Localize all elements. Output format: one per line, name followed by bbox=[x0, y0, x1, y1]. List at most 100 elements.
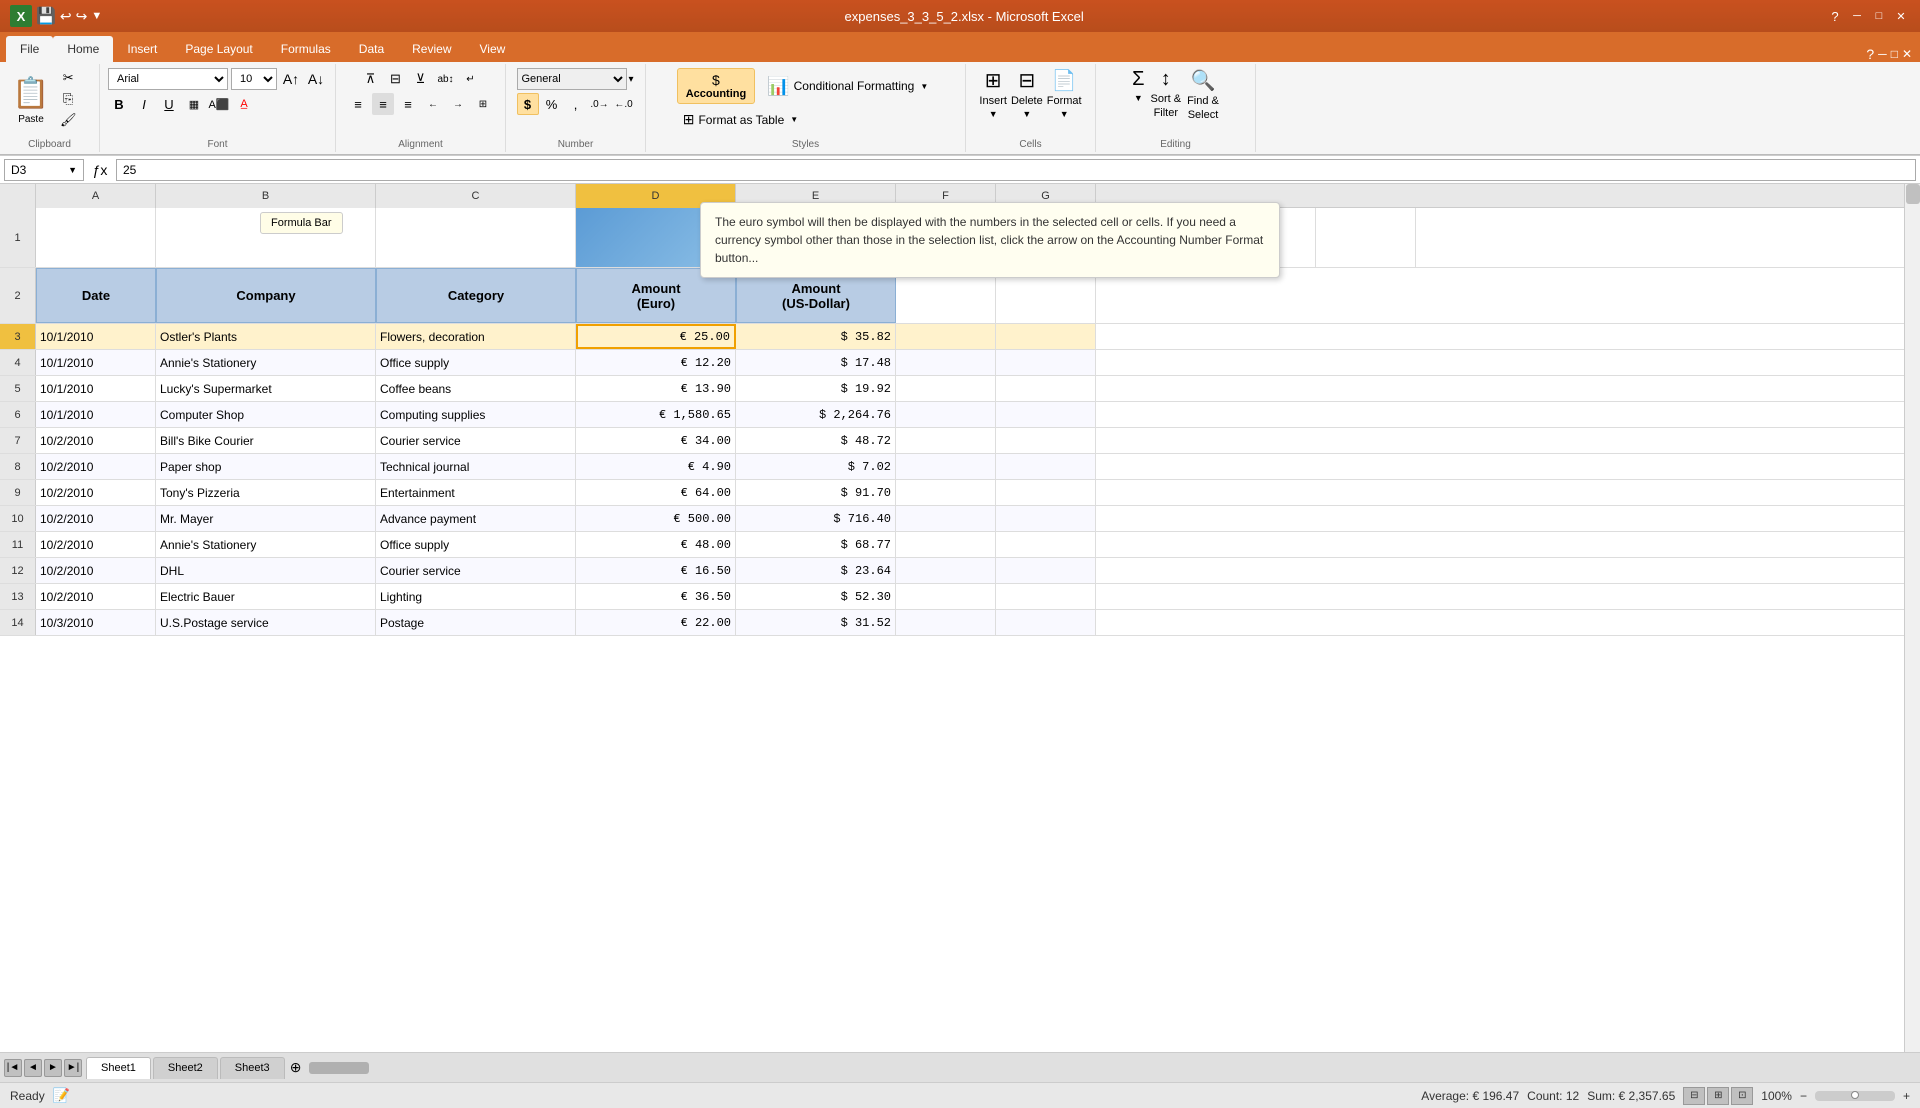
cell-d14[interactable]: € 22.00 bbox=[576, 610, 736, 635]
font-name-select[interactable]: Arial bbox=[108, 68, 228, 90]
cell-d3[interactable]: € 25.00 bbox=[576, 324, 736, 349]
cell-g11[interactable] bbox=[996, 532, 1096, 557]
zoom-thumb[interactable] bbox=[1851, 1091, 1859, 1099]
cell-a6[interactable]: 10/1/2010 bbox=[36, 402, 156, 427]
insert-sheet-button[interactable]: ⊕ bbox=[287, 1059, 305, 1077]
decrease-indent-button[interactable]: ← bbox=[422, 93, 444, 115]
align-bottom-button[interactable]: ⊻ bbox=[410, 68, 432, 90]
cell-f6[interactable] bbox=[896, 402, 996, 427]
cell-c9[interactable]: Entertainment bbox=[376, 480, 576, 505]
cell-f12[interactable] bbox=[896, 558, 996, 583]
cell-d8[interactable]: € 4.90 bbox=[576, 454, 736, 479]
underline-button[interactable]: U bbox=[158, 93, 180, 115]
percent-button[interactable]: % bbox=[541, 93, 563, 115]
tab-file[interactable]: File bbox=[6, 36, 53, 62]
scrollbar-thumb[interactable] bbox=[1906, 184, 1920, 204]
ribbon-minimize-icon[interactable]: ─ bbox=[1878, 47, 1887, 61]
zoom-in-icon[interactable]: + bbox=[1903, 1089, 1910, 1103]
cell-g5[interactable] bbox=[996, 376, 1096, 401]
row-header-13[interactable]: 13 bbox=[0, 584, 36, 609]
format-painter-button[interactable]: 🖌 bbox=[56, 110, 81, 130]
tab-page-layout[interactable]: Page Layout bbox=[171, 36, 266, 62]
accounting-number-button[interactable]: $ bbox=[517, 93, 539, 115]
zoom-out-icon[interactable]: − bbox=[1800, 1089, 1807, 1103]
cell-c8[interactable]: Technical journal bbox=[376, 454, 576, 479]
close-icon[interactable]: ✕ bbox=[1892, 7, 1910, 25]
insert-arrow[interactable]: ▼ bbox=[989, 109, 998, 119]
ribbon-close-icon[interactable]: ✕ bbox=[1902, 47, 1912, 61]
cell-a1[interactable] bbox=[36, 208, 156, 267]
cell-a7[interactable]: 10/2/2010 bbox=[36, 428, 156, 453]
align-middle-button[interactable]: ⊟ bbox=[385, 68, 407, 90]
cell-b9[interactable]: Tony's Pizzeria bbox=[156, 480, 376, 505]
delete-label[interactable]: Delete bbox=[1011, 95, 1043, 107]
cell-g4[interactable] bbox=[996, 350, 1096, 375]
accounting-button[interactable]: $ Accounting bbox=[677, 68, 756, 104]
page-break-view-button[interactable]: ⊡ bbox=[1731, 1087, 1753, 1105]
find-label2[interactable]: Select bbox=[1188, 109, 1219, 121]
cell-a10[interactable]: 10/2/2010 bbox=[36, 506, 156, 531]
cell-d13[interactable]: € 36.50 bbox=[576, 584, 736, 609]
cell-c6[interactable]: Computing supplies bbox=[376, 402, 576, 427]
cell-e7[interactable]: $ 48.72 bbox=[736, 428, 896, 453]
number-format-expand[interactable]: ▾ bbox=[629, 74, 634, 85]
maximize-icon[interactable]: □ bbox=[1870, 7, 1888, 25]
cell-f7[interactable] bbox=[896, 428, 996, 453]
sheet-nav-prev[interactable]: ◄ bbox=[24, 1059, 42, 1077]
cell-d11[interactable]: € 48.00 bbox=[576, 532, 736, 557]
customize-icon[interactable]: ▼ bbox=[91, 10, 102, 22]
cell-e5[interactable]: $ 19.92 bbox=[736, 376, 896, 401]
row-header-12[interactable]: 12 bbox=[0, 558, 36, 583]
row-header-5[interactable]: 5 bbox=[0, 376, 36, 401]
format-label[interactable]: Format bbox=[1047, 95, 1082, 107]
cell-b4[interactable]: Annie's Stationery bbox=[156, 350, 376, 375]
cell-d10[interactable]: € 500.00 bbox=[576, 506, 736, 531]
shrink-font-button[interactable]: A↓ bbox=[305, 68, 327, 90]
insert-label[interactable]: Insert bbox=[979, 95, 1007, 107]
cell-g1[interactable] bbox=[1316, 208, 1416, 267]
cell-e14[interactable]: $ 31.52 bbox=[736, 610, 896, 635]
page-layout-view-button[interactable]: ⊞ bbox=[1707, 1087, 1729, 1105]
undo-icon[interactable]: ↩ bbox=[60, 8, 72, 25]
align-left-button[interactable]: ≡ bbox=[347, 93, 369, 115]
cell-a14[interactable]: 10/3/2010 bbox=[36, 610, 156, 635]
cell-e11[interactable]: $ 68.77 bbox=[736, 532, 896, 557]
find-label[interactable]: Find & bbox=[1187, 95, 1219, 107]
cell-d7[interactable]: € 34.00 bbox=[576, 428, 736, 453]
cell-b6[interactable]: Computer Shop bbox=[156, 402, 376, 427]
cell-b13[interactable]: Electric Bauer bbox=[156, 584, 376, 609]
copy-button[interactable]: ⎘ bbox=[56, 89, 81, 109]
cell-f11[interactable] bbox=[896, 532, 996, 557]
align-center-button[interactable]: ≡ bbox=[372, 93, 394, 115]
sort-label[interactable]: Sort & bbox=[1151, 93, 1182, 105]
increase-indent-button[interactable]: → bbox=[447, 93, 469, 115]
cell-ref-arrow[interactable]: ▼ bbox=[68, 165, 77, 175]
row-header-14[interactable]: 14 bbox=[0, 610, 36, 635]
cell-c7[interactable]: Courier service bbox=[376, 428, 576, 453]
sheet-nav-last[interactable]: ►| bbox=[64, 1059, 82, 1077]
tab-home[interactable]: Home bbox=[53, 36, 113, 62]
italic-button[interactable]: I bbox=[133, 93, 155, 115]
save-icon[interactable]: 💾 bbox=[36, 6, 56, 26]
ribbon-help-icon[interactable]: ? bbox=[1866, 46, 1874, 62]
formula-input[interactable]: 25 bbox=[116, 159, 1916, 181]
ribbon-maximize-icon[interactable]: □ bbox=[1891, 47, 1898, 61]
row-header-10[interactable]: 10 bbox=[0, 506, 36, 531]
cell-a12[interactable]: 10/2/2010 bbox=[36, 558, 156, 583]
horizontal-scrollbar[interactable] bbox=[309, 1059, 1916, 1077]
cell-d6[interactable]: € 1,580.65 bbox=[576, 402, 736, 427]
cell-e13[interactable]: $ 52.30 bbox=[736, 584, 896, 609]
tab-formulas[interactable]: Formulas bbox=[267, 36, 345, 62]
macro-icon[interactable]: 📝 bbox=[53, 1087, 70, 1104]
cell-g7[interactable] bbox=[996, 428, 1096, 453]
cell-g9[interactable] bbox=[996, 480, 1096, 505]
cell-d4[interactable]: € 12.20 bbox=[576, 350, 736, 375]
row-header-11[interactable]: 11 bbox=[0, 532, 36, 557]
cell-reference-box[interactable]: D3 ▼ bbox=[4, 159, 84, 181]
cell-g3[interactable] bbox=[996, 324, 1096, 349]
border-button[interactable]: ▦ bbox=[183, 93, 205, 115]
font-color-button[interactable]: A̲ bbox=[233, 93, 255, 115]
sum-arrow[interactable]: ▼ bbox=[1134, 93, 1143, 103]
cell-f10[interactable] bbox=[896, 506, 996, 531]
minimize-icon[interactable]: ─ bbox=[1848, 7, 1866, 25]
